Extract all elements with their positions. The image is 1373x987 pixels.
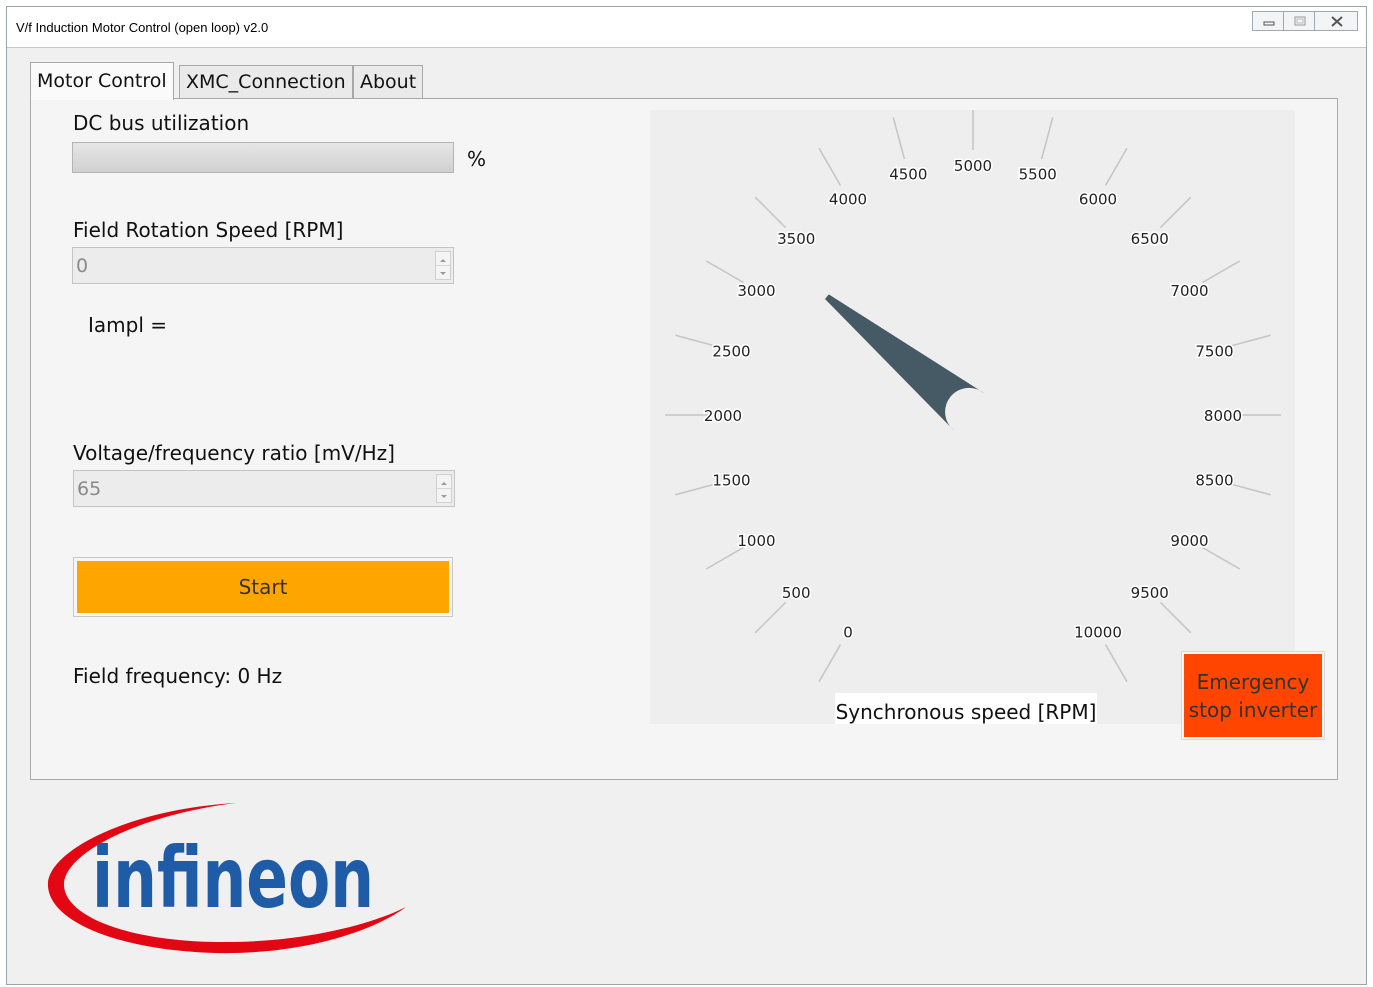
tab-about[interactable]: About [353,65,424,99]
emergency-stop-button[interactable]: Emergency stop inverter [1181,651,1325,740]
dc-bus-unit: % [467,147,487,171]
emergency-stop-label: Emergency stop inverter [1184,654,1322,737]
spin-up-button[interactable] [436,252,450,265]
vf-ratio-label: Voltage/frequency ratio [mV/Hz] [73,441,395,465]
gauge-tick [818,644,842,683]
gauge-tick [1202,260,1241,284]
title-bar: V/f Induction Motor Control (open loop) … [7,7,1366,48]
gauge-tick [754,601,787,634]
gauge-tick [675,482,718,496]
field-frequency-label: Field frequency: 0 Hz [73,664,283,688]
field-speed-label: Field Rotation Speed [RPM] [73,218,344,242]
gauge-tick-label: 4000 [829,190,867,208]
gauge-tick [1159,601,1192,634]
gauge-tick-label: 6500 [1131,230,1169,248]
window-title: V/f Induction Motor Control (open loop) … [16,20,269,35]
spin-down-button[interactable] [437,488,451,502]
vf-ratio-stepper[interactable] [436,474,452,503]
maximize-icon [1294,16,1306,26]
infineon-logo: infineon [40,795,420,969]
gauge-tick-label: 7000 [1170,282,1208,300]
gauge-tick [1228,482,1271,496]
gauge-tick [1159,196,1192,229]
gauge-tick [1104,147,1128,186]
gauge-tick [1104,644,1128,683]
gauge-tick-label: 9000 [1170,532,1208,550]
gauge-needle [825,294,985,431]
dc-bus-progress-bar [72,142,454,173]
spin-down-button[interactable] [436,265,450,279]
close-icon [1331,16,1343,27]
tab-motor-control[interactable]: Motor Control [30,62,174,100]
gauge-tick-label: 5000 [954,157,992,175]
start-button[interactable]: Start [73,557,453,617]
minimize-icon [1263,21,1275,26]
tab-xmc-connection[interactable]: XMC_Connection [179,65,353,99]
gauge-tick-label: 8500 [1195,472,1233,490]
close-button[interactable] [1314,11,1358,31]
gauge-tick-label: 3000 [737,282,775,300]
gauge-tick [1202,546,1241,570]
gauge-tick-label: 5500 [1019,166,1057,184]
gauge-tick-label: 1000 [737,532,775,550]
minimize-button[interactable] [1252,11,1284,31]
logo-wordmark: infineon [92,829,374,927]
gauge-tick-label: 10000 [1074,624,1122,642]
field-speed-spinbox[interactable] [72,247,454,284]
gauge-tick-label: 9500 [1131,584,1169,602]
gauge-tick-label: 7500 [1195,342,1233,360]
gauge-tick-label: 1500 [712,472,750,490]
vf-ratio-input[interactable] [75,472,433,505]
gauge-tick-label: 3500 [777,230,815,248]
gauge-tick-label: 8000 [1204,407,1242,425]
start-button-label: Start [77,561,449,613]
gauge-tick-label: 6000 [1079,190,1117,208]
gauge-title: Synchronous speed [RPM] [836,700,1097,724]
maximize-button[interactable] [1283,11,1315,31]
gauge-tick-label: 500 [782,584,811,602]
chevron-down-icon [441,495,447,498]
field-speed-input[interactable] [74,249,432,282]
gauge-tick [675,334,718,348]
gauge-tick-label: 2000 [704,407,742,425]
gauge-tick [1040,117,1054,160]
gauge-tick-label: 2500 [712,342,750,360]
dc-bus-label: DC bus utilization [73,111,250,135]
gauge-tick [754,196,787,229]
gauge-tick [818,147,842,186]
iampl-label: Iampl = [88,313,168,337]
gauge-tick [1228,334,1271,348]
window-controls [1252,11,1358,31]
infineon-logo-graphic: infineon [47,803,406,954]
speed-gauge: 0 500 1000 1500 2000 2500 3000 3500 4000 4500 5000… [650,107,1295,724]
spin-up-button[interactable] [437,475,451,488]
gauge-tick [705,260,744,284]
gauge-tick-label: 0 [843,624,853,642]
speed-gauge-svg: 0 500 1000 1500 2000 2500 3000 3500 4000 4500 5000… [665,107,1281,724]
field-speed-stepper[interactable] [435,251,451,280]
gauge-tick [892,117,906,160]
chevron-down-icon [440,272,446,275]
vf-ratio-spinbox[interactable] [73,470,455,507]
gauge-tick-label: 4500 [889,166,927,184]
gauge-tick [705,546,744,570]
